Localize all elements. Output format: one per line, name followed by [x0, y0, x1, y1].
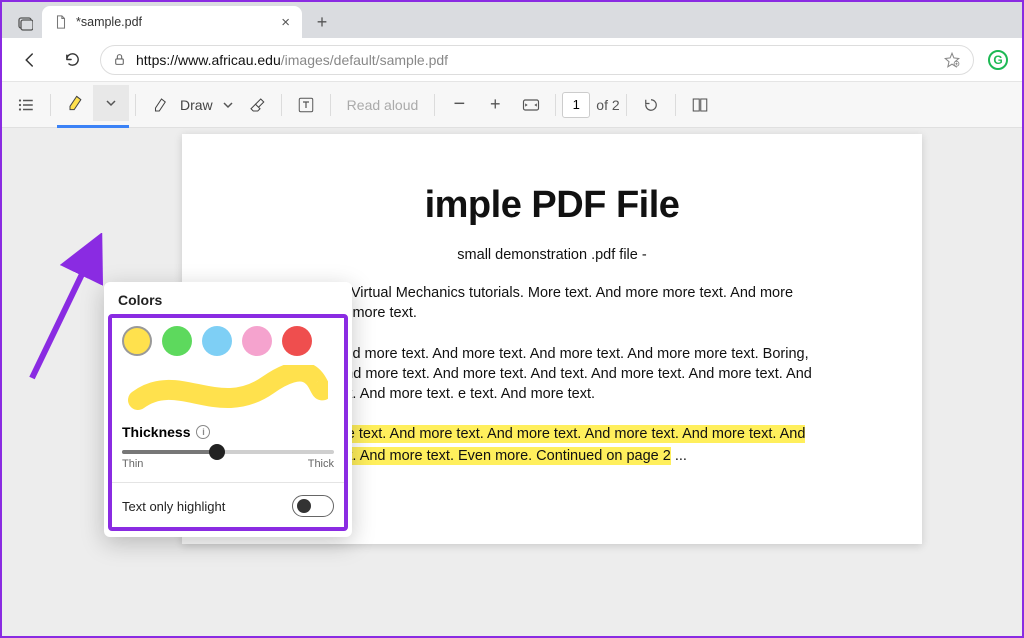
- doc-intro: small demonstration .pdf file -: [292, 247, 812, 263]
- draw-button[interactable]: [142, 87, 178, 123]
- doc-paragraph-2: e text. And more text. And more text. An…: [292, 344, 812, 405]
- color-swatches: [122, 324, 334, 362]
- thickness-heading: Thickness i: [122, 424, 334, 440]
- add-text-button[interactable]: [288, 87, 324, 123]
- contents-button[interactable]: [8, 87, 44, 123]
- chevron-down-icon: [223, 100, 233, 110]
- color-swatch-blue[interactable]: [202, 326, 232, 356]
- pdf-toolbar: Draw Read aloud − + of 2: [2, 82, 1022, 128]
- page-total-label: of 2: [596, 97, 619, 113]
- fit-width-button[interactable]: [513, 87, 549, 123]
- url-text: https://www.africau.edu/images/default/s…: [136, 52, 448, 68]
- thickness-slider[interactable]: Thin Thick: [122, 450, 334, 470]
- document-icon: [54, 15, 68, 29]
- highlight-button[interactable]: [57, 85, 93, 121]
- address-bar[interactable]: https://www.africau.edu/images/default/s…: [100, 45, 974, 75]
- back-button[interactable]: [16, 46, 44, 74]
- erase-button[interactable]: [239, 87, 275, 123]
- doc-paragraph-1: se in the Virtual Mechanics tutorials. M…: [292, 283, 812, 324]
- refresh-button[interactable]: [58, 46, 86, 74]
- grammarly-extension-icon[interactable]: G: [988, 50, 1008, 70]
- color-swatch-green[interactable]: [162, 326, 192, 356]
- thick-label: Thick: [308, 458, 334, 470]
- page-number-input[interactable]: [562, 92, 590, 118]
- color-swatch-red[interactable]: [282, 326, 312, 356]
- text-only-highlight-label: Text only highlight: [122, 499, 225, 514]
- browser-tab[interactable]: *sample.pdf ×: [42, 6, 302, 38]
- tab-title: *sample.pdf: [76, 15, 142, 29]
- text-only-highlight-toggle[interactable]: [292, 495, 334, 517]
- window-tabstrip: *sample.pdf × +: [2, 2, 1022, 38]
- highlight-dropdown-button[interactable]: [93, 85, 129, 121]
- address-row: https://www.africau.edu/images/default/s…: [2, 38, 1022, 82]
- zoom-out-button[interactable]: −: [441, 87, 477, 123]
- highlight-preview: [122, 362, 334, 418]
- draw-dropdown-button[interactable]: [217, 87, 239, 123]
- pdf-viewport: imple PDF File small demonstration .pdf …: [2, 128, 1022, 636]
- new-tab-button[interactable]: +: [308, 8, 336, 36]
- highlight-options-popup: Colors Thickness i: [104, 282, 352, 537]
- close-tab-icon[interactable]: ×: [281, 14, 290, 31]
- read-aloud-button[interactable]: Read aloud: [337, 97, 429, 113]
- chevron-down-icon: [106, 98, 116, 108]
- doc-highlighted-paragraph: And more text. And more text. And more t…: [292, 424, 812, 468]
- zoom-in-button[interactable]: +: [477, 87, 513, 123]
- thin-label: Thin: [122, 458, 143, 470]
- lock-icon: [113, 53, 126, 66]
- color-swatch-pink[interactable]: [242, 326, 272, 356]
- draw-label: Draw: [178, 97, 217, 113]
- tab-actions-button[interactable]: [8, 8, 42, 38]
- colors-heading: Colors: [104, 282, 352, 314]
- page-view-button[interactable]: [682, 87, 718, 123]
- highlight-tool-group: [57, 82, 129, 128]
- rotate-button[interactable]: [633, 87, 669, 123]
- favorite-button[interactable]: [943, 51, 961, 69]
- info-icon[interactable]: i: [196, 425, 210, 439]
- doc-link[interactable]: Sample: [292, 488, 812, 504]
- color-swatch-yellow[interactable]: [122, 326, 152, 356]
- doc-title: imple PDF File: [292, 184, 812, 227]
